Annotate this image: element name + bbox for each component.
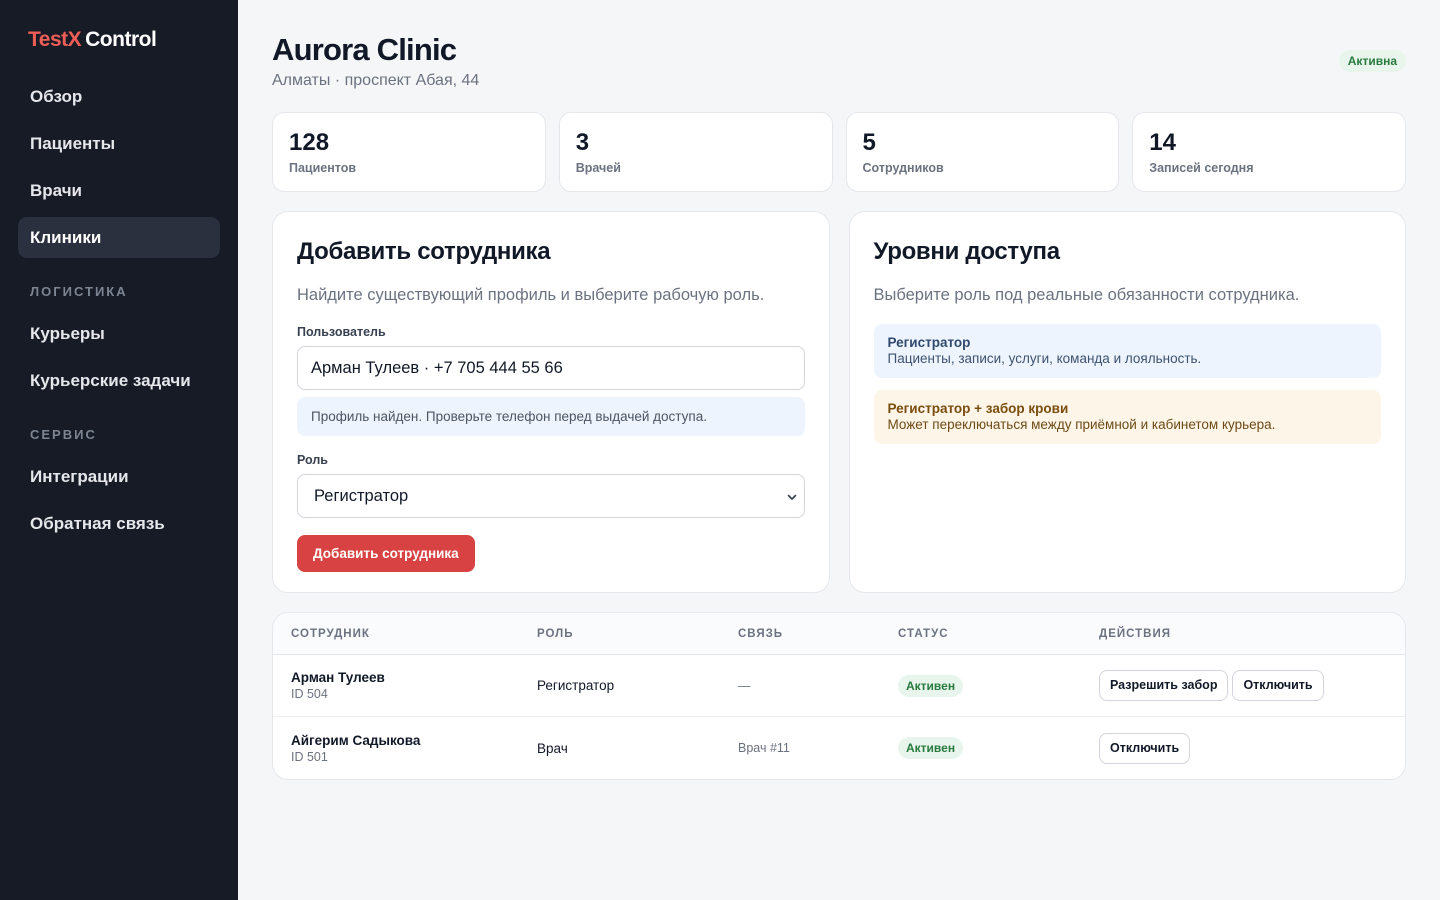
- clinic-address: Алматы · проспект Абая, 44: [272, 72, 480, 89]
- sidebar-item-overview[interactable]: Обзор: [18, 76, 220, 117]
- table-header: Сотрудник Роль Связь Статус Действия: [273, 613, 1405, 655]
- stat-label: Сотрудников: [862, 161, 944, 175]
- status-badge: Активен: [898, 674, 964, 697]
- column-header-role: Роль: [537, 627, 574, 640]
- status-cell: Активен: [898, 674, 1099, 697]
- actions-cell: Разрешить забор Отключить: [1099, 670, 1405, 701]
- sidebar-nav-service: Интеграции Обратная связь: [18, 456, 220, 544]
- sidebar-nav-logistics: Курьеры Курьерские задачи: [18, 313, 220, 401]
- stat-label: Пациентов: [289, 161, 357, 175]
- access-levels-title: Уровни доступа: [873, 238, 1061, 265]
- employee-id: ID 504: [291, 687, 328, 701]
- sidebar-item-patients[interactable]: Пациенты: [18, 123, 220, 164]
- stat-card-doctors: 3 Врачей: [558, 112, 833, 192]
- access-levels-card: Уровни доступа Выберите роль под реальны…: [848, 211, 1406, 593]
- sidebar-item-doctors[interactable]: Врачи: [18, 170, 220, 211]
- employee-cell: Айгерим Садыкова ID 501: [273, 733, 537, 764]
- sidebar-section-logistics: Логистика: [30, 284, 128, 299]
- logo-text-testx: TestX: [28, 28, 82, 51]
- user-search-input[interactable]: [297, 346, 805, 390]
- logo-text-control: Control: [85, 28, 157, 51]
- employee-id: ID 501: [291, 749, 328, 764]
- employee-name: Арман Тулеев: [291, 670, 385, 685]
- access-role-registrar-blood: Регистратор + забор крови Может переключ…: [873, 390, 1381, 444]
- add-staff-card: Добавить сотрудника Найдите существующий…: [272, 211, 830, 593]
- access-role-name: Регистратор + забор крови: [887, 401, 1069, 416]
- status-badge: Активен: [898, 737, 964, 759]
- column-header-link: Связь: [738, 627, 784, 640]
- cards-row: Добавить сотрудника Найдите существующий…: [272, 211, 1406, 593]
- column-header-actions: Действия: [1099, 627, 1172, 640]
- user-field-label: Пользователь: [297, 325, 386, 339]
- stat-label: Врачей: [575, 161, 621, 175]
- stat-label: Записей сегодня: [1149, 161, 1254, 175]
- access-role-name: Регистратор: [887, 335, 971, 350]
- access-role-registrar: Регистратор Пациенты, записи, услуги, ко…: [873, 324, 1381, 378]
- app-logo[interactable]: TestX Control: [18, 28, 220, 52]
- sidebar-item-feedback[interactable]: Обратная связь: [18, 503, 220, 544]
- stat-card-appointments-today: 14 Записей сегодня: [1132, 112, 1406, 192]
- sidebar: TestX Control Обзор Пациенты Врачи Клиник…: [0, 0, 238, 900]
- column-header-status: Статус: [898, 627, 949, 640]
- table-row: Арман Тулеев ID 504 Регистратор — Активе…: [273, 655, 1405, 717]
- allow-blood-draw-button[interactable]: Разрешить забор: [1099, 670, 1229, 701]
- employee-name: Айгерим Садыкова: [291, 732, 421, 748]
- add-staff-title: Добавить сотрудника: [297, 238, 551, 265]
- page-title: Aurora Clinic: [272, 32, 457, 67]
- sidebar-item-courier-tasks[interactable]: Курьерские задачи: [18, 360, 220, 401]
- access-role-description: Пациенты, записи, услуги, команда и лоял…: [887, 351, 1202, 366]
- sidebar-section-service: Сервис: [30, 427, 97, 442]
- column-header-employee: Сотрудник: [291, 627, 370, 640]
- actions-cell: Отключить: [1099, 732, 1405, 764]
- stats-row: 128 Пациентов 3 Врачей 5 Сотрудников 14 …: [272, 112, 1406, 192]
- clinic-status-badge: Активна: [1338, 50, 1406, 72]
- profile-found-hint: Профиль найден. Проверьте телефон перед …: [297, 397, 805, 436]
- employee-link: Врач #11: [738, 741, 790, 755]
- sidebar-item-couriers[interactable]: Курьеры: [18, 313, 220, 354]
- role-field-label: Роль: [297, 453, 328, 467]
- add-staff-button[interactable]: Добавить сотрудника: [297, 535, 475, 572]
- role-select-value: Регистратор: [314, 487, 409, 505]
- main-content: Aurora Clinic Алматы · проспект Абая, 44…: [272, 0, 1406, 780]
- disable-staff-button[interactable]: Отключить: [1232, 670, 1324, 701]
- employee-cell: Арман Тулеев ID 504: [273, 670, 537, 701]
- sidebar-item-clinics[interactable]: Клиники: [18, 217, 220, 258]
- table-row: Айгерим Садыкова ID 501 Врач Врач #11 Ак…: [273, 717, 1405, 779]
- employee-role: Регистратор: [537, 678, 615, 693]
- stat-card-patients: 128 Пациентов: [272, 112, 546, 192]
- stat-value: 5: [862, 129, 876, 156]
- employee-role: Врач: [537, 740, 568, 756]
- sidebar-item-integrations[interactable]: Интеграции: [18, 456, 220, 497]
- access-levels-description: Выберите роль под реальные обязанности с…: [873, 286, 1300, 304]
- sidebar-nav-main: Обзор Пациенты Врачи Клиники: [18, 76, 220, 258]
- add-staff-description: Найдите существующий профиль и выберите …: [297, 286, 765, 304]
- staff-table: Сотрудник Роль Связь Статус Действия Арм…: [272, 612, 1406, 780]
- employee-link: —: [738, 678, 751, 693]
- status-cell: Активен: [898, 737, 1099, 759]
- access-role-description: Может переключаться между приёмной и каб…: [887, 417, 1276, 432]
- stat-value: 128: [289, 129, 330, 156]
- stat-value: 3: [575, 129, 590, 156]
- stat-value: 14: [1149, 129, 1176, 156]
- page-header: Aurora Clinic Алматы · проспект Абая, 44…: [272, 0, 1406, 112]
- role-select[interactable]: Регистратор: [297, 474, 805, 518]
- stat-card-staff: 5 Сотрудников: [845, 112, 1120, 192]
- chevron-down-icon: [786, 475, 798, 517]
- disable-staff-button[interactable]: Отключить: [1099, 732, 1191, 764]
